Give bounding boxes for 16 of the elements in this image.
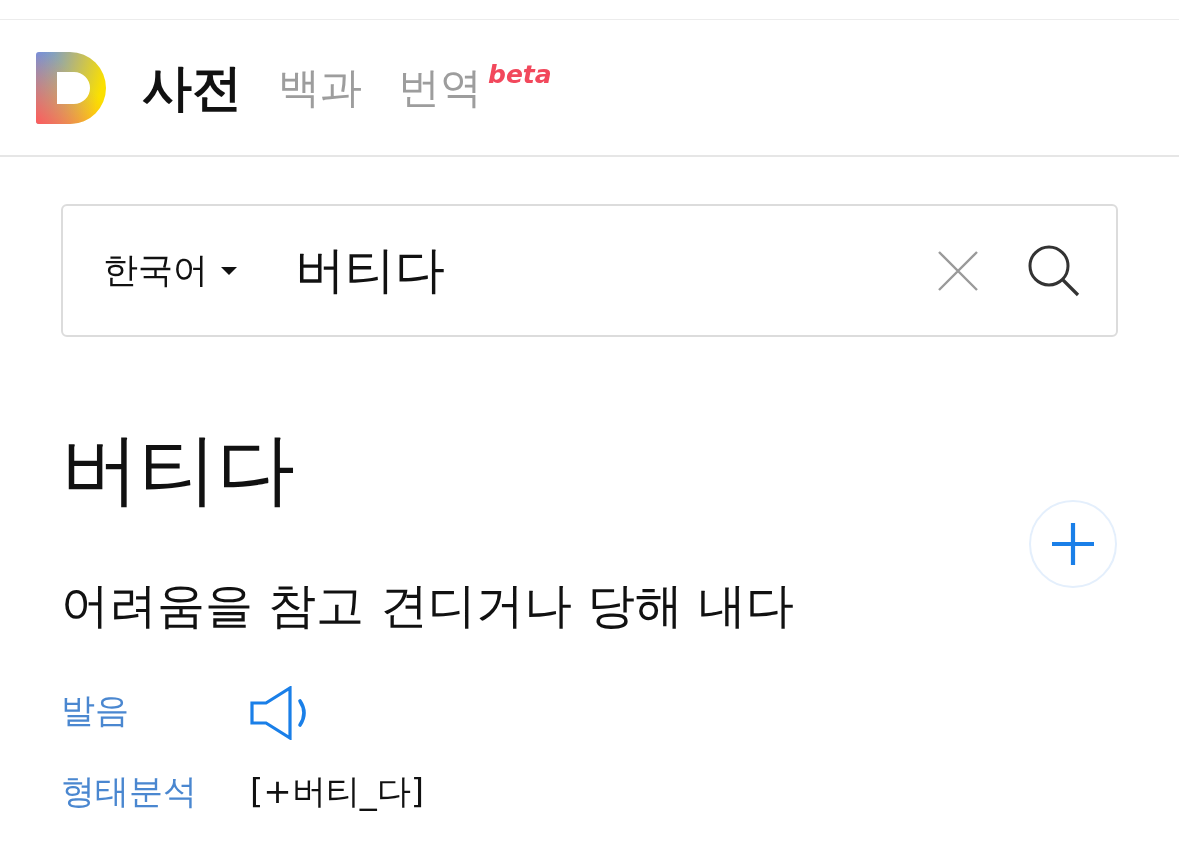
- search-field[interactable]: 버티다: [295, 235, 938, 306]
- search-icon: [1028, 244, 1080, 297]
- beta-label: beta: [488, 59, 552, 90]
- caret-icon: [221, 266, 237, 275]
- detail-label: 형태분석: [61, 770, 198, 813]
- search-box[interactable]: 한국어 버티다: [61, 204, 1118, 337]
- headword: 버티다: [61, 423, 296, 516]
- detail-value: [+버티_다]: [250, 770, 425, 813]
- detail-label: 발음: [61, 689, 130, 732]
- nav-tab[interactable]: 사전: [142, 59, 242, 116]
- plus-icon: [1052, 523, 1094, 565]
- definition-text: 어려움을 참고 견디거나 당해 내다: [61, 576, 796, 634]
- clear-button[interactable]: [938, 250, 978, 291]
- search-button[interactable]: [1028, 244, 1080, 297]
- close-icon: [938, 250, 978, 291]
- language-dropdown[interactable]: 한국어: [103, 247, 237, 294]
